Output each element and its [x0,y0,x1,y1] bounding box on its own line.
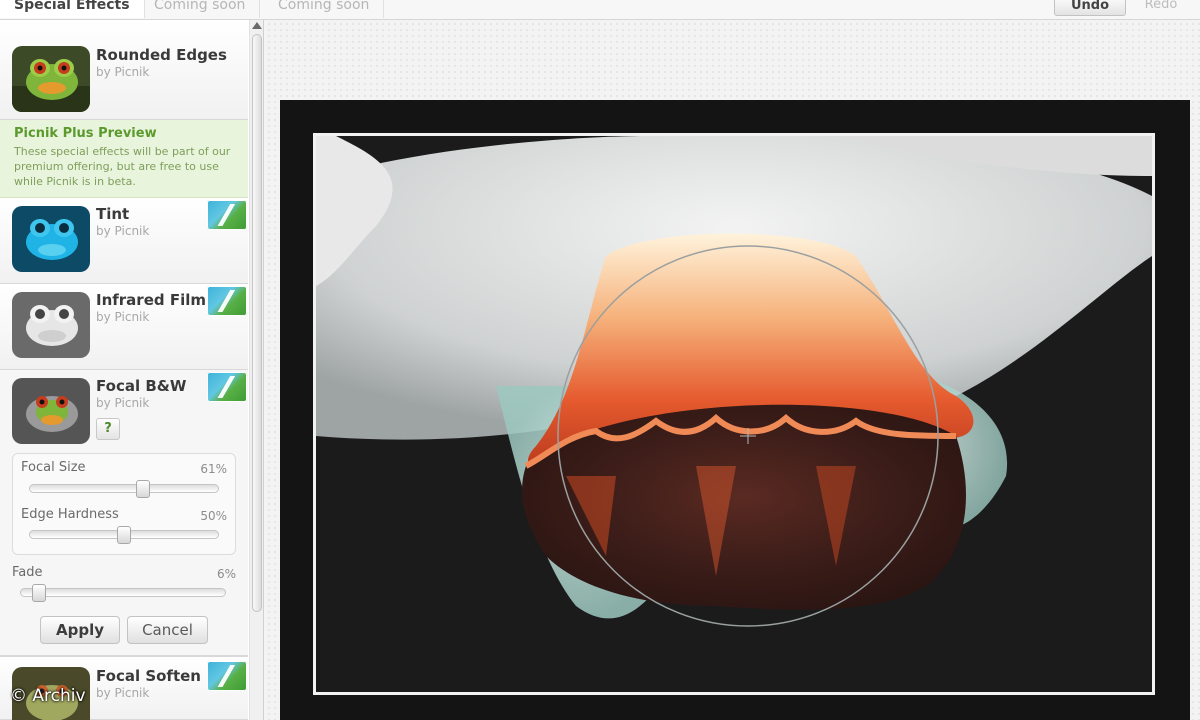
fade-label: Fade [12,565,43,580]
cancel-button[interactable]: Cancel [127,616,208,644]
frog-infrared-thumbnail [12,292,90,358]
effect-author: by Picnik [96,396,150,410]
frog-color-thumbnail [12,46,90,112]
effect-author: by Picnik [96,224,150,238]
edge-hardness-value: 50% [200,509,227,523]
plus-preview-text: These special effects will be part of ou… [14,145,231,188]
panel-scrollbar[interactable] [249,20,263,720]
copyright-watermark: © Archiv [10,686,86,706]
effect-author: by Picnik [96,686,150,700]
effect-title: Focal B&W [96,377,187,395]
redo-button[interactable]: Redo [1130,0,1192,16]
focal-size-label: Focal Size [21,460,86,475]
fade-slider-handle[interactable] [31,584,46,602]
focal-size-slider-handle[interactable] [136,480,151,498]
undo-button[interactable]: Undo [1054,0,1126,16]
fade-value: 6% [216,567,236,581]
picnik-plus-icon [207,661,247,691]
tab-coming-soon-1[interactable]: Coming soon [140,0,261,18]
help-button[interactable]: ? [96,418,120,440]
focal-size-slider-track[interactable] [29,484,219,493]
edge-hardness-slider-handle[interactable] [117,526,131,544]
top-tab-bar: Special Effects Coming soon Coming soon … [0,0,1200,20]
effect-title: Infrared Film [96,291,206,309]
plus-preview-notice: Picnik Plus Preview These special effect… [0,120,248,198]
effect-item-rounded-edges[interactable]: Rounded Edges by Picnik [0,20,248,120]
scrollbar-thumb[interactable] [252,34,262,612]
plus-preview-title: Picnik Plus Preview [14,126,157,141]
fade-slider-track[interactable] [20,588,226,597]
daffodil-photo-image [316,136,1152,692]
tab-coming-soon-2[interactable]: Coming soon [264,0,385,18]
focal-size-value: 61% [200,462,227,476]
effect-item-infrared-film[interactable]: Infrared Film by Picnik [0,284,248,370]
effect-author: by Picnik [96,310,150,324]
picnik-plus-icon [207,286,247,316]
tab-special-effects[interactable]: Special Effects [0,0,145,18]
frog-focal-bw-thumbnail [12,378,90,444]
frog-blue-tint-thumbnail [12,206,90,272]
effect-title: Focal Soften [96,667,201,685]
picnik-plus-icon [207,200,247,230]
picnik-plus-icon [207,372,247,402]
edge-hardness-label: Edge Hardness [21,507,119,522]
effects-panel: Rounded Edges by Picnik Picnik Plus Prev… [0,20,264,720]
effect-title: Tint [96,205,130,223]
focal-slider-group: Focal Size 61% Edge Hardness 50% [12,453,236,555]
effect-item-tint[interactable]: Tint by Picnik [0,198,248,284]
effect-title: Rounded Edges [96,46,227,64]
photo-canvas-area [266,21,1200,720]
scroll-up-arrow-icon[interactable] [252,22,262,29]
edited-photo[interactable] [313,133,1155,695]
photo-frame [280,100,1190,720]
effects-list: Rounded Edges by Picnik Picnik Plus Prev… [0,20,248,720]
apply-button[interactable]: Apply [40,616,120,644]
effect-author: by Picnik [96,65,150,79]
